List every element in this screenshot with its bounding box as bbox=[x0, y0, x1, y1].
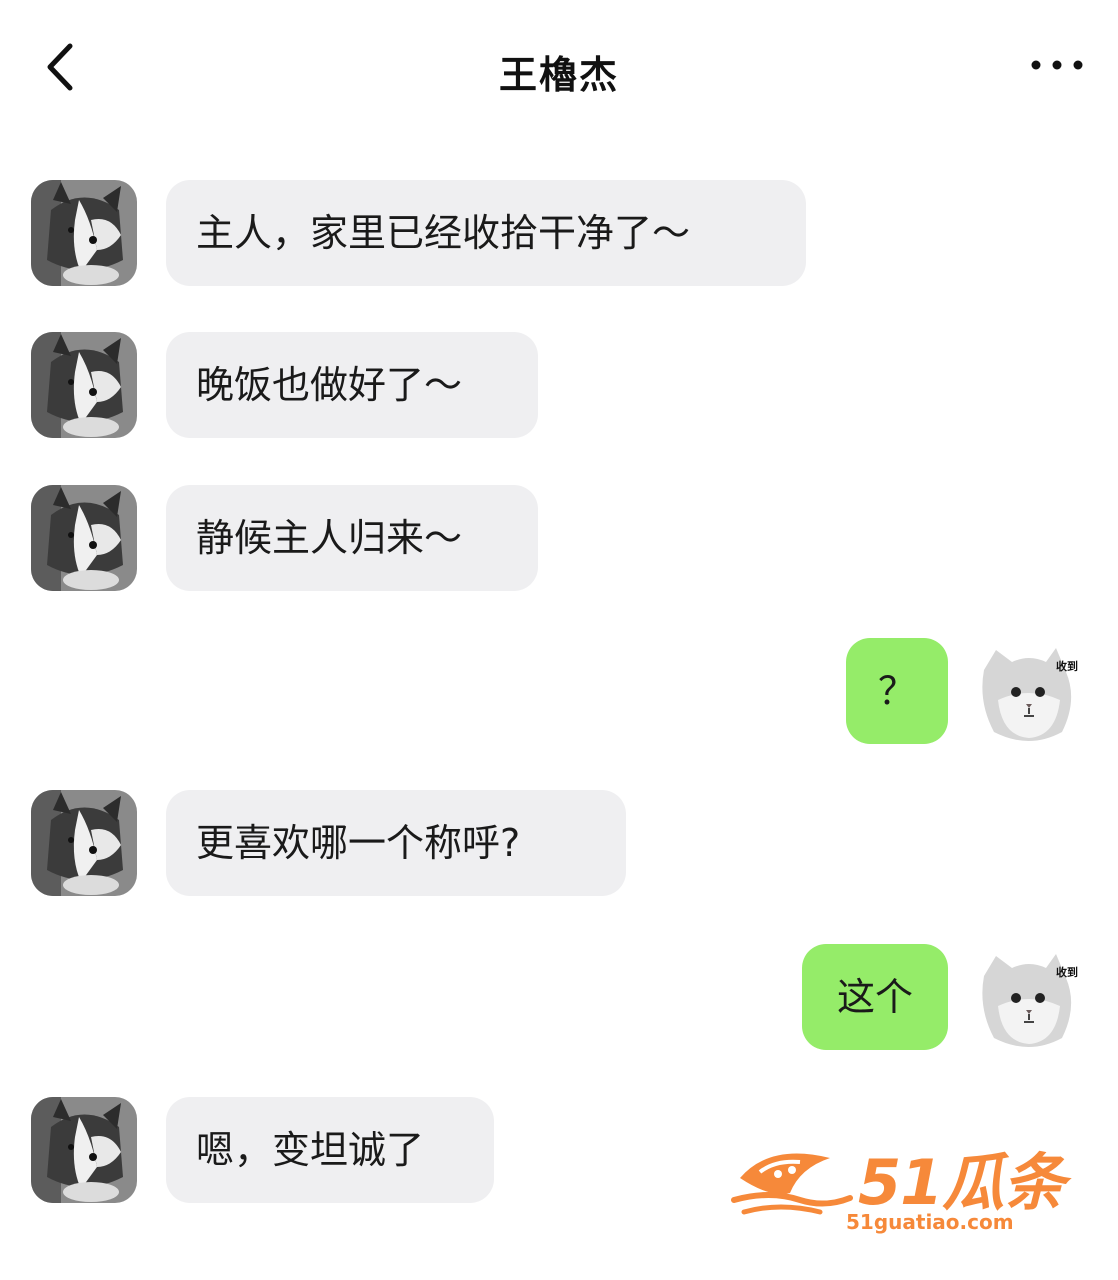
dog-avatar[interactable] bbox=[31, 332, 137, 438]
more-dots-icon bbox=[1031, 60, 1083, 70]
message-outgoing[interactable]: ？ bbox=[846, 638, 948, 744]
chat-header: 王櫓杰 bbox=[0, 0, 1118, 130]
message-incoming[interactable]: 静候主人归来～ bbox=[166, 485, 538, 591]
more-button[interactable] bbox=[1028, 50, 1086, 80]
dog-avatar[interactable] bbox=[31, 790, 137, 896]
dog-avatar[interactable] bbox=[31, 180, 137, 286]
cat-avatar[interactable]: 收到 bbox=[976, 640, 1082, 746]
cat-avatar-image: 收到 bbox=[982, 648, 1078, 741]
watermark-logo-icon bbox=[731, 1153, 853, 1215]
watermark-brand: 51瓜条 bbox=[858, 1146, 1065, 1219]
message-incoming[interactable]: 嗯，变坦诚了 bbox=[166, 1097, 494, 1203]
message-incoming[interactable]: 晚饭也做好了～ bbox=[166, 332, 538, 438]
message-outgoing[interactable]: 这个 bbox=[802, 944, 948, 1050]
svg-text:收到: 收到 bbox=[1056, 965, 1078, 979]
dog-avatar[interactable] bbox=[31, 485, 137, 591]
chat-title: 王櫓杰 bbox=[498, 53, 619, 97]
cat-avatar[interactable]: 收到 bbox=[976, 946, 1082, 1052]
cat-avatar-image: 收到 bbox=[982, 954, 1078, 1047]
watermark-url: 51guatiao.com bbox=[846, 1210, 1014, 1234]
message-incoming[interactable]: 更喜欢哪一个称呼? bbox=[166, 790, 626, 896]
dog-avatar-image bbox=[31, 485, 137, 591]
dog-avatar-image bbox=[31, 790, 137, 896]
message-incoming[interactable]: 主人，家里已经收拾干净了～ bbox=[166, 180, 806, 286]
svg-text:收到: 收到 bbox=[1056, 659, 1078, 673]
dog-avatar[interactable] bbox=[31, 1097, 137, 1203]
dog-avatar-image bbox=[31, 332, 137, 438]
dog-avatar-image bbox=[31, 180, 137, 286]
watermark: 51瓜条 51guatiao.com bbox=[730, 1128, 1080, 1238]
dog-avatar-image bbox=[31, 1097, 137, 1203]
